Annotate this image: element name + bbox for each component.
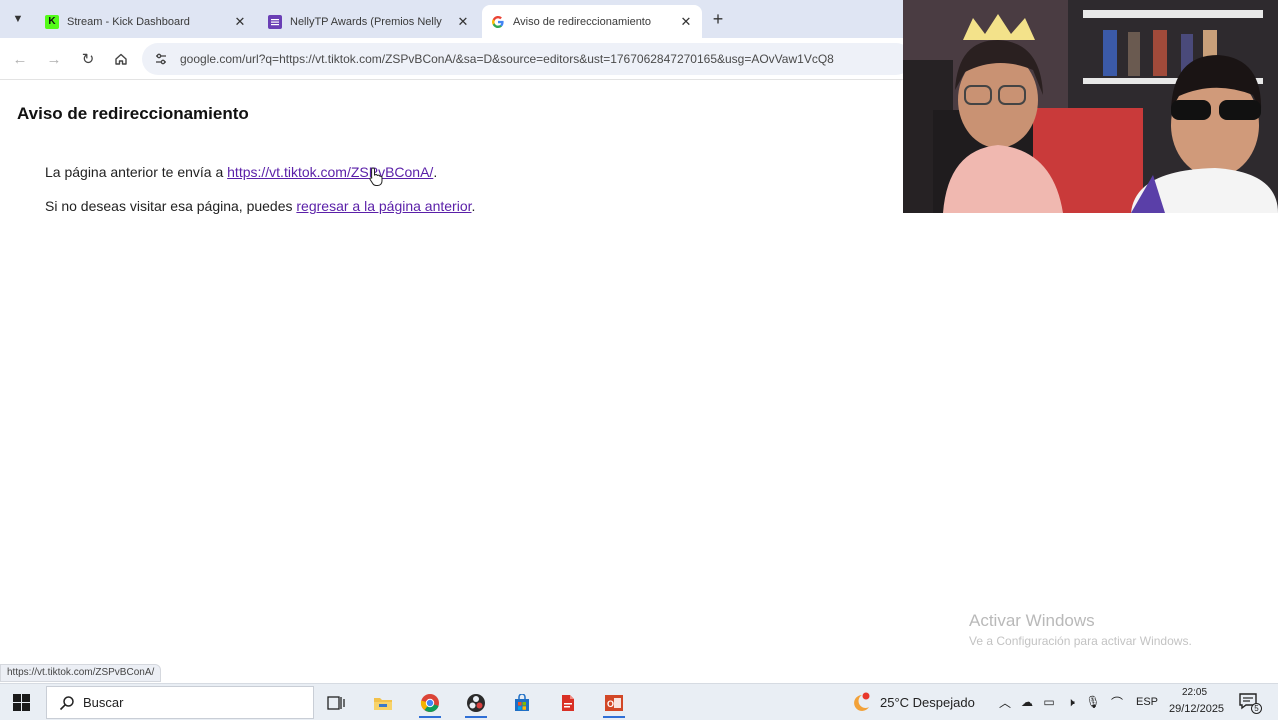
weather-text[interactable]: 25°C Despejado <box>880 695 975 710</box>
wifi-icon[interactable]: ⌒ <box>1109 694 1125 710</box>
office-icon[interactable]: O <box>597 688 631 718</box>
search-icon <box>57 693 77 713</box>
clock-date[interactable]: 29/12/2025 <box>1169 703 1224 715</box>
hand-cursor-icon <box>369 167 383 186</box>
destination-link[interactable]: https://vt.tiktok.com/ZSPvBConA/ <box>227 164 433 180</box>
close-tab-icon[interactable]: ✕ <box>232 14 248 30</box>
cloud-icon[interactable]: ☁ <box>1019 694 1035 710</box>
close-tab-icon[interactable]: ✕ <box>678 14 694 30</box>
address-bar[interactable]: google.com/url?q=https://vt.tiktok.com/Z… <box>142 43 912 75</box>
notifications-icon[interactable]: 5 <box>1238 692 1262 714</box>
file-explorer-icon[interactable] <box>366 688 400 718</box>
site-info-tune-icon[interactable] <box>153 51 169 67</box>
kick-icon: K <box>45 14 59 29</box>
network-icon[interactable]: ▭ <box>1041 694 1057 710</box>
go-back-message-suffix: . <box>471 198 476 214</box>
new-tab-plus-icon[interactable]: + <box>708 9 728 29</box>
microphone-icon[interactable]: 🎙 <box>1085 694 1101 710</box>
pdf-icon[interactable] <box>551 688 585 718</box>
home-icon[interactable] <box>111 49 131 69</box>
tab-title: Aviso de redireccionamiento <box>513 15 651 28</box>
page-title: Aviso de redireccionamiento <box>17 104 249 123</box>
go-back-message-text: Si no deseas visitar esa página, puedes <box>45 198 297 214</box>
tab-kick-dashboard[interactable]: K Stream - Kick Dashboard ✕ <box>36 5 256 38</box>
back-arrow-icon[interactable]: ← <box>10 49 30 69</box>
tab-title: Stream - Kick Dashboard <box>67 15 190 28</box>
chrome-icon[interactable] <box>413 688 447 718</box>
go-back-link[interactable]: regresar a la página anterior <box>296 198 471 214</box>
webcam-overlay <box>903 0 1278 213</box>
tab-title: NellyTP Awards (Premios Nelly <box>290 15 442 28</box>
clock-time[interactable]: 22:05 <box>1182 687 1207 698</box>
go-back-message: Si no deseas visitar esa página, puedes … <box>45 198 475 214</box>
forms-icon <box>268 14 282 29</box>
address-url-text: google.com/url?q=https://vt.tiktok.com/Z… <box>180 52 834 66</box>
forward-arrow-icon[interactable]: → <box>44 49 64 69</box>
obs-icon[interactable] <box>459 688 493 718</box>
windows-start-icon[interactable] <box>13 694 31 712</box>
store-icon[interactable] <box>505 688 539 718</box>
tab-nellytp-awards[interactable]: NellyTP Awards (Premios Nelly ✕ <box>259 5 479 38</box>
volume-icon[interactable]: 🕨 <box>1063 694 1079 710</box>
status-bubble: https://vt.tiktok.com/ZSPvBConA/ <box>0 664 162 682</box>
language-indicator[interactable]: ESP <box>1136 696 1158 708</box>
google-icon <box>491 15 505 29</box>
tab-search-chevron-icon[interactable]: ▼ <box>8 9 28 29</box>
taskbar: Buscar O 25°C Despejado ︿ ☁ ▭ 🕨 🎙 ⌒ ESP … <box>0 683 1278 720</box>
task-view-icon[interactable] <box>319 688 353 718</box>
weather-icon[interactable] <box>850 692 872 712</box>
activate-windows-title: Activar Windows <box>969 611 1095 630</box>
notification-count-badge: 5 <box>1251 703 1262 714</box>
close-tab-icon[interactable]: ✕ <box>455 14 471 30</box>
redirect-message-text: La página anterior te envía a <box>45 164 228 180</box>
svg-text:O: O <box>607 699 614 709</box>
taskbar-search-box[interactable]: Buscar <box>46 686 314 719</box>
search-placeholder: Buscar <box>83 695 124 710</box>
reload-icon[interactable]: ↻ <box>78 49 98 69</box>
tab-aviso-redireccionamiento[interactable]: Aviso de redireccionamiento ✕ <box>482 5 702 38</box>
webcam-video <box>903 0 1278 213</box>
activate-windows-subtitle: Ve a Configuración para activar Windows. <box>969 634 1192 648</box>
chevron-up-icon[interactable]: ︿ <box>997 694 1013 710</box>
redirect-message-suffix: . <box>433 164 438 180</box>
